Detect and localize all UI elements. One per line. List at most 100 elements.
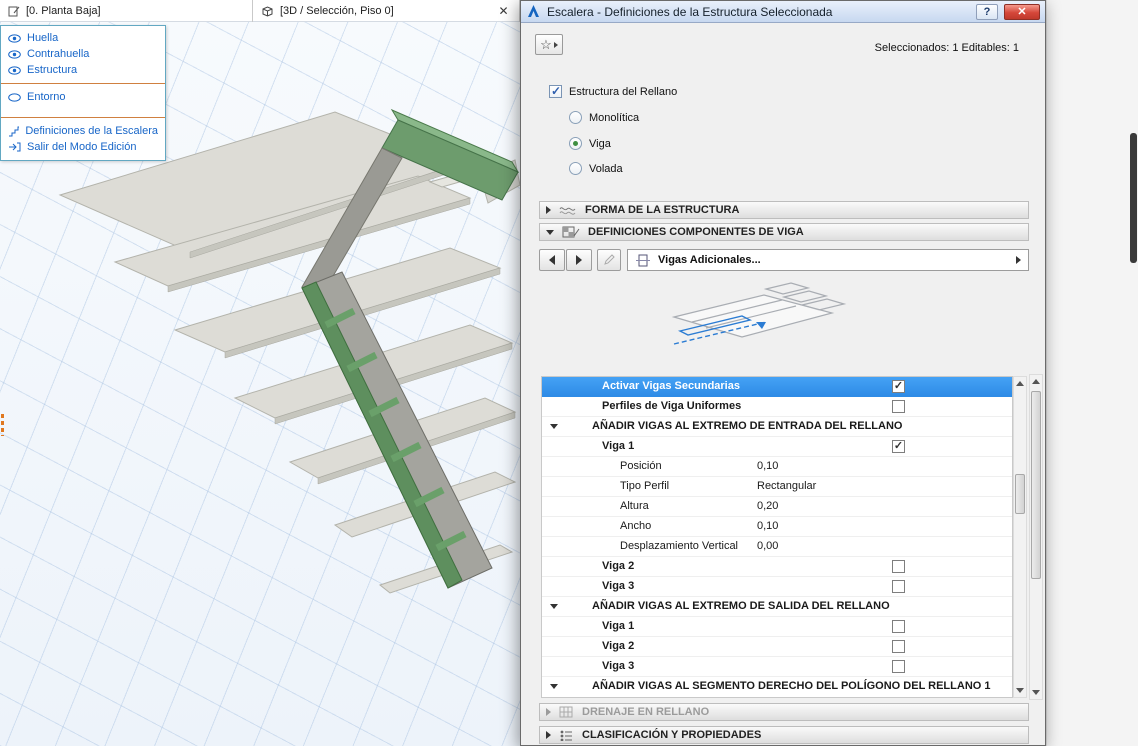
panel-scrollbar[interactable] (1029, 374, 1043, 700)
radio-monolitica[interactable]: Monolítica (569, 111, 639, 124)
edit-panel-item-contrahuella[interactable]: Contrahuella (1, 46, 165, 62)
expand-arrow-icon[interactable] (1016, 256, 1021, 264)
row-value[interactable]: 0,10 (757, 520, 778, 532)
radio-selected-icon[interactable] (569, 137, 582, 150)
edit-panel-item-definiciones[interactable]: Definiciones de la Escalera (1, 123, 165, 139)
row-label: Viga 1 (602, 440, 634, 452)
section-clasificacion[interactable]: CLASIFICACIÓN Y PROPIEDADES (539, 726, 1029, 744)
row-label: Tipo Perfil (620, 480, 669, 492)
eye-icon[interactable] (8, 34, 21, 43)
beam-selector-combo[interactable]: Vigas Adicionales... (627, 249, 1029, 271)
favorites-button[interactable] (535, 34, 563, 55)
edit-panel-item-salir[interactable]: Salir del Modo Edición (1, 139, 165, 155)
radio-label: Monolítica (589, 112, 639, 124)
expanded-arrow-icon[interactable] (550, 684, 558, 689)
beam-table-row[interactable]: Ancho 0,10 (542, 517, 1012, 537)
scrollbar-thumb[interactable] (1015, 474, 1025, 514)
beam-table-row[interactable]: Tipo Perfil Rectangular (542, 477, 1012, 497)
table-scrollbar[interactable] (1013, 376, 1027, 698)
item-label: Contrahuella (27, 48, 89, 60)
beam-table-row[interactable]: Altura0,20 (542, 497, 1012, 517)
radio-icon[interactable] (569, 111, 582, 124)
row-value[interactable]: Rectangular (757, 480, 816, 492)
row-value[interactable]: 0,00 (757, 540, 778, 552)
section-forma-estructura[interactable]: FORMA DE LA ESTRUCTURA (539, 201, 1029, 219)
row-label: Viga 3 (602, 580, 634, 592)
arrow-left-icon (549, 255, 555, 265)
radio-icon[interactable] (569, 162, 582, 175)
tab-floor-plan[interactable]: [0. Planta Baja] (0, 0, 253, 22)
scroll-up-icon[interactable] (1032, 379, 1040, 384)
dialog-titlebar[interactable]: Escalera - Definiciones de la Estructura… (521, 1, 1045, 23)
row-checkbox[interactable] (892, 620, 905, 633)
item-label: Definiciones de la Escalera (25, 125, 158, 137)
row-label: Ancho (620, 520, 651, 532)
beam-table-group-row[interactable]: AÑADIR VIGAS AL EXTREMO DE SALIDA DEL RE… (542, 597, 1012, 617)
beam-preview-sketch (616, 281, 916, 373)
section-componentes-viga[interactable]: DEFINICIONES COMPONENTES DE VIGA (539, 223, 1029, 241)
row-checkbox[interactable] (892, 640, 905, 653)
beam-table-row[interactable]: Activar Vigas Secundarias✓ (542, 377, 1012, 397)
eye-outline-icon[interactable] (8, 93, 21, 102)
edit-panel-item-entorno[interactable]: Entorno (1, 89, 165, 105)
archicad-window: [0. Planta Baja] [3D / Selección, Piso 0… (0, 0, 1138, 746)
beam-table-group-row[interactable]: AÑADIR VIGAS AL EXTREMO DE ENTRADA DEL R… (542, 417, 1012, 437)
item-label: Entorno (27, 91, 66, 103)
collapsed-arrow-icon[interactable] (546, 206, 551, 214)
item-label: Huella (27, 32, 58, 44)
edit-panel-item-huella[interactable]: Huella (1, 30, 165, 46)
separator (1, 83, 165, 84)
row-checkbox[interactable]: ✓ (892, 440, 905, 453)
next-beam-button[interactable] (566, 249, 592, 271)
landing-structure-checkbox[interactable] (549, 85, 562, 98)
help-button[interactable] (976, 4, 998, 20)
expanded-arrow-icon[interactable] (546, 230, 554, 235)
beam-table-row[interactable]: Desplazamiento Vertical0,00 (542, 537, 1012, 557)
edit-panel-item-estructura[interactable]: Estructura (1, 62, 165, 78)
beam-table-row[interactable]: Viga 3 (542, 657, 1012, 677)
radio-volada[interactable]: Volada (569, 162, 623, 175)
radio-viga[interactable]: Viga (569, 137, 611, 150)
row-checkbox[interactable]: ✓ (892, 380, 905, 393)
collapsed-arrow-icon (546, 708, 551, 716)
row-checkbox[interactable] (892, 560, 905, 573)
beam-table-row[interactable]: Viga 2 (542, 637, 1012, 657)
scrollbar-thumb[interactable] (1031, 391, 1041, 579)
expanded-arrow-icon[interactable] (550, 604, 558, 609)
beam-table-row[interactable]: Viga 1 ✓ (542, 437, 1012, 457)
archicad-icon (526, 4, 541, 19)
row-checkbox[interactable] (892, 660, 905, 673)
row-checkbox[interactable] (892, 400, 905, 413)
eye-icon[interactable] (8, 50, 21, 59)
exit-edit-mode-icon (8, 142, 21, 152)
tab-close-icon[interactable] (496, 4, 511, 19)
stair-settings-icon (8, 126, 19, 137)
row-value[interactable]: 0,20 (757, 500, 778, 512)
beam-table-row[interactable]: Perfiles de Viga Uniformes (542, 397, 1012, 417)
row-label: Viga 2 (602, 640, 634, 652)
expanded-arrow-icon[interactable] (550, 424, 558, 429)
beam-table-row[interactable]: Viga 2 (542, 557, 1012, 577)
row-label: Viga 3 (602, 660, 634, 672)
prev-beam-button[interactable] (539, 249, 565, 271)
stair-edit-mode-panel: Huella Contrahuella Estructura Entorno (0, 25, 166, 161)
beam-table: Activar Vigas Secundarias✓Perfiles de Vi… (541, 376, 1013, 698)
tab-3d-view[interactable]: [3D / Selección, Piso 0] (253, 0, 520, 22)
window-scrollbar-thumb[interactable] (1130, 133, 1137, 263)
beam-table-row[interactable]: Viga 3 (542, 577, 1012, 597)
beam-table-row[interactable]: Posición0,10 (542, 457, 1012, 477)
scroll-down-icon[interactable] (1032, 690, 1040, 695)
collapsed-arrow-icon[interactable] (546, 731, 551, 739)
scroll-up-icon[interactable] (1016, 381, 1024, 386)
close-button[interactable] (1004, 4, 1040, 20)
edit-beam-button[interactable] (597, 249, 621, 271)
radio-label: Viga (589, 138, 611, 150)
radio-label: Volada (589, 163, 623, 175)
row-checkbox[interactable] (892, 580, 905, 593)
beam-table-group-row[interactable]: AÑADIR VIGAS AL SEGMENTO DERECHO DEL POL… (542, 677, 1012, 697)
eye-icon[interactable] (8, 66, 21, 75)
beam-table-row[interactable]: Viga 1 (542, 617, 1012, 637)
row-value[interactable]: 0,10 (757, 460, 778, 472)
section-label: FORMA DE LA ESTRUCTURA (585, 204, 739, 216)
scroll-down-icon[interactable] (1016, 688, 1024, 693)
